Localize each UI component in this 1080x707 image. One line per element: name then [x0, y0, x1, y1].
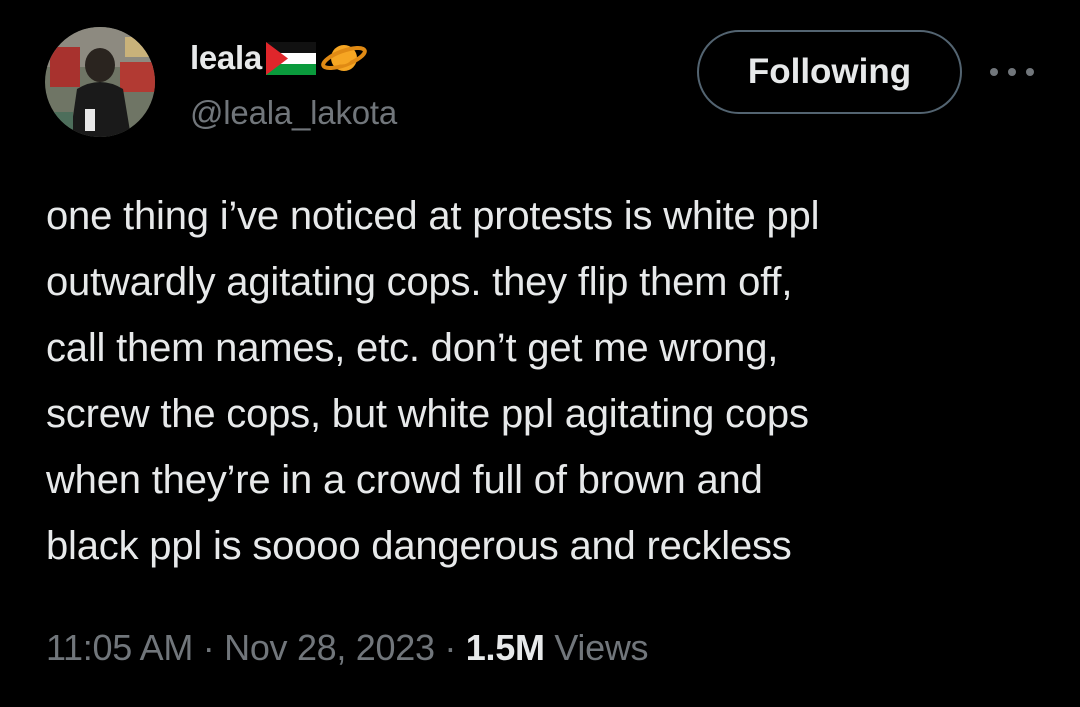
dot [1026, 68, 1034, 76]
ringed-planet-icon [321, 45, 367, 71]
author-name[interactable]: leala [190, 38, 368, 78]
dot [990, 68, 998, 76]
avatar[interactable] [45, 27, 155, 137]
tweet-card: leala @leala_lakota Following one thing … [0, 0, 1080, 707]
more-dots-icon[interactable] [990, 60, 1034, 84]
palestine-flag-icon [265, 41, 316, 75]
dot [1008, 68, 1016, 76]
display-name[interactable]: leala [190, 39, 262, 77]
following-button[interactable]: Following [697, 30, 962, 114]
views-label[interactable]: Views [554, 627, 648, 669]
tweet-date[interactable]: Nov 28, 2023 [224, 627, 435, 669]
meta-separator: · [434, 627, 466, 668]
tweet-text: one thing i’ve noticed at protests is wh… [46, 194, 820, 568]
tweet-time[interactable]: 11:05 AM [46, 627, 193, 669]
tweet-meta: 11:05 AM · Nov 28, 2023 · 1.5M Views [46, 627, 649, 669]
author-handle[interactable]: @leala_lakota [190, 94, 397, 132]
meta-separator: · [193, 627, 225, 668]
views-count[interactable]: 1.5M [466, 627, 545, 669]
views-spacer [545, 627, 555, 669]
